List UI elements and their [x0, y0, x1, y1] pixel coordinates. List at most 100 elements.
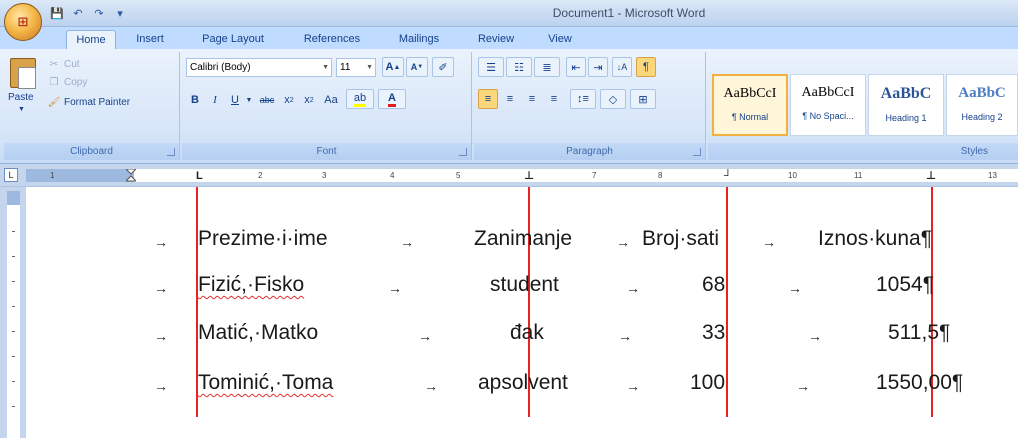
font-size-select[interactable]: 11 ▼: [336, 58, 376, 77]
cell-hours[interactable]: 100: [690, 371, 725, 395]
tab-arrow: →: [796, 378, 810, 394]
clipboard-group-label: Clipboard: [4, 143, 179, 160]
ruler-number: 7: [592, 171, 597, 180]
style-no-spacing-preview: AaBbCcI: [801, 85, 855, 100]
paste-icon[interactable]: [10, 58, 36, 89]
style-no-spacing[interactable]: AaBbCcI ¶ No Spaci...: [790, 74, 866, 136]
tab-references[interactable]: References: [292, 30, 372, 49]
cell-occupation[interactable]: Zanimanje: [474, 227, 572, 251]
tab-stop-marker[interactable]: ⊥: [926, 171, 936, 182]
vertical-ruler-tick: [12, 231, 15, 232]
shrink-font-icon[interactable]: A ▼: [406, 57, 428, 77]
cell-amount[interactable]: 1550,00¶: [876, 371, 963, 395]
cell-occupation[interactable]: đak: [510, 321, 544, 345]
align-center-icon[interactable]: ≡: [500, 89, 520, 109]
paste-button[interactable]: Paste: [8, 92, 34, 103]
copy-button[interactable]: ❐ Copy: [48, 76, 88, 88]
italic-icon[interactable]: I: [206, 90, 224, 110]
sort-icon[interactable]: ↓A: [612, 57, 632, 77]
grow-font-icon[interactable]: A ▲: [382, 57, 404, 77]
vertical-ruler-margin: [7, 191, 20, 205]
font-name-select[interactable]: Calibri (Body) ▼: [186, 58, 332, 77]
copy-label: Copy: [64, 76, 88, 88]
cell-amount[interactable]: 1054¶: [876, 273, 934, 297]
increase-indent-icon[interactable]: ⇥: [588, 57, 608, 77]
vertical-ruler[interactable]: [7, 191, 20, 438]
office-button[interactable]: ⊞: [4, 3, 42, 41]
vertical-ruler-tick: [12, 406, 15, 407]
vertical-ruler-tick: [12, 306, 15, 307]
tab-home[interactable]: Home: [66, 30, 116, 49]
highlight-color-icon[interactable]: ab: [346, 89, 374, 109]
shading-icon[interactable]: ◇: [600, 89, 626, 109]
font-color-icon[interactable]: A: [378, 89, 406, 109]
clear-formatting-icon[interactable]: ✐: [432, 57, 454, 77]
cell-hours[interactable]: 68: [702, 273, 725, 297]
style-normal[interactable]: AaBbCcI ¶ Normal: [712, 74, 788, 136]
horizontal-ruler[interactable]: 1 L 2 3 4 5 ⊥ 7 8 ┘ 10 11 ⊥ 13: [26, 168, 1018, 182]
cell-amount[interactable]: 511,5¶: [888, 321, 950, 345]
align-right-icon[interactable]: ≡: [522, 89, 542, 109]
style-normal-preview: AaBbCcI: [723, 86, 777, 101]
line-spacing-icon[interactable]: ↕≡: [570, 89, 596, 109]
table-row: → Fizić,·Fisko → student → 68 → 1054¶: [26, 273, 1018, 303]
tab-stop-marker[interactable]: ┘: [724, 171, 732, 182]
decrease-indent-icon[interactable]: ⇤: [566, 57, 586, 77]
multilevel-list-icon[interactable]: ≣: [534, 57, 560, 77]
style-heading-2[interactable]: AaBbC Heading 2: [946, 74, 1018, 136]
tab-page-layout[interactable]: Page Layout: [192, 30, 274, 49]
title-bar: 💾 ↶ ↷ ▾ Document1 - Microsoft Word: [0, 0, 1018, 27]
cell-name[interactable]: Tominić,·Toma: [198, 371, 333, 395]
ruler-number: 3: [322, 171, 327, 180]
table-row: → Prezime·i·ime → Zanimanje → Broj·sati …: [26, 227, 1018, 257]
tab-arrow: →: [154, 378, 168, 394]
bold-icon[interactable]: B: [186, 90, 204, 110]
tab-review[interactable]: Review: [470, 30, 522, 49]
cell-occupation[interactable]: apsolvent: [478, 371, 568, 395]
cell-name[interactable]: Prezime·i·ime: [198, 227, 328, 251]
borders-icon[interactable]: ⊞: [630, 89, 656, 109]
tab-arrow: →: [154, 328, 168, 344]
cut-button[interactable]: ✂ Cut: [48, 58, 80, 70]
document-page[interactable]: → Prezime·i·ime → Zanimanje → Broj·sati …: [26, 187, 1018, 438]
chevron-down-icon: ▼: [366, 64, 373, 71]
styles-group-label: Styles: [708, 143, 1018, 160]
underline-icon[interactable]: U: [226, 90, 244, 110]
vertical-ruler-tick: [12, 331, 15, 332]
format-painter-button[interactable]: 🖌 Format Painter: [48, 96, 130, 108]
change-case-icon[interactable]: Aa: [320, 90, 342, 110]
tab-view[interactable]: View: [538, 30, 582, 49]
tab-stop-marker[interactable]: ⊥: [524, 171, 534, 182]
paste-dropdown-icon[interactable]: ▼: [18, 106, 25, 113]
cell-name[interactable]: Matić,·Matko: [198, 321, 318, 345]
cell-hours[interactable]: 33: [702, 321, 725, 345]
style-heading-1[interactable]: AaBbC Heading 1: [868, 74, 944, 136]
tab-mailings[interactable]: Mailings: [388, 30, 450, 49]
strikethrough-icon[interactable]: abc: [256, 90, 278, 110]
superscript-icon[interactable]: x2: [300, 90, 318, 110]
table-row: → Tominić,·Toma → apsolvent → 100 → 1550…: [26, 371, 1018, 401]
tab-insert[interactable]: Insert: [126, 30, 174, 49]
ribbon-tabs: Home Insert Page Layout References Maili…: [0, 27, 1018, 49]
clipboard-launcher-icon[interactable]: [167, 148, 175, 156]
tab-selector-icon[interactable]: L: [4, 168, 18, 182]
cell-occupation[interactable]: student: [490, 273, 559, 297]
underline-dropdown-icon[interactable]: ▼: [244, 90, 254, 110]
cell-amount[interactable]: Iznos·kuna¶: [818, 227, 932, 251]
subscript-icon[interactable]: x2: [280, 90, 298, 110]
paragraph-launcher-icon[interactable]: [693, 148, 701, 156]
indent-marker-icon[interactable]: [124, 168, 138, 182]
bullets-icon[interactable]: ☰: [478, 57, 504, 77]
tab-stop-marker[interactable]: L: [196, 171, 203, 182]
align-left-icon[interactable]: ≡: [478, 89, 498, 109]
cell-name[interactable]: Fizić,·Fisko: [198, 273, 304, 297]
numbering-icon[interactable]: ☷: [506, 57, 532, 77]
justify-icon[interactable]: ≡: [544, 89, 564, 109]
styles-group: AaBbCcI ¶ Normal AaBbCcI ¶ No Spaci... A…: [708, 52, 1018, 160]
horizontal-ruler-bar: L 1 L 2 3 4 5 ⊥ 7 8 ┘ 10 11 ⊥ 13: [0, 164, 1018, 187]
show-formatting-marks-icon[interactable]: ¶: [636, 57, 656, 77]
cell-hours[interactable]: Broj·sati: [642, 227, 719, 251]
ruler-number: 2: [258, 171, 263, 180]
font-launcher-icon[interactable]: [459, 148, 467, 156]
ruler-number: 11: [854, 171, 863, 180]
